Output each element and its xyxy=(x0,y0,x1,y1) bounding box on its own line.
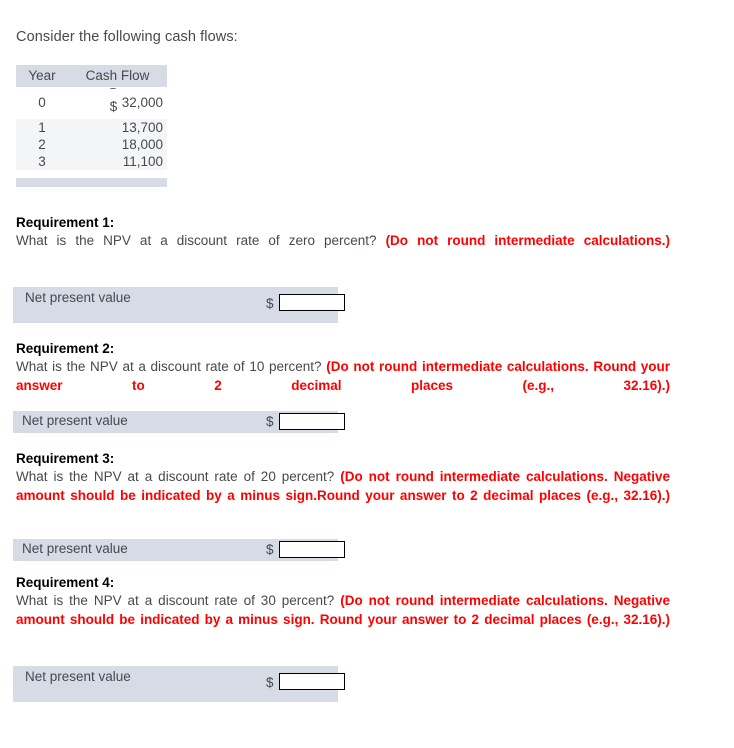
currency-symbol-2: $ xyxy=(266,414,274,429)
cell-year: 0 xyxy=(16,87,68,119)
answer-label-4: Net present value xyxy=(25,669,131,684)
answer-label-3: Net present value xyxy=(22,541,128,556)
negative-amount-group: ‾ $ 32,000 xyxy=(110,88,163,113)
table-row: 3 11,100 xyxy=(16,153,167,170)
requirement-2-question: What is the NPV at a discount rate of 10… xyxy=(16,359,327,374)
cash-flow-table: Year Cash Flow 0 ‾ $ 32,000 1 13,700 2 1… xyxy=(16,65,167,170)
requirement-4-body: What is the NPV at a discount rate of 30… xyxy=(16,592,670,648)
cell-cash-flow: 18,000 xyxy=(68,136,167,153)
requirement-4-question: What is the NPV at a discount rate of 30… xyxy=(16,593,341,608)
answer-label-2: Net present value xyxy=(22,413,128,428)
table-row: 0 ‾ $ 32,000 xyxy=(16,87,167,119)
table-header-row: Year Cash Flow xyxy=(16,65,167,87)
net-present-value-input-3[interactable] xyxy=(279,541,345,558)
currency-symbol-1: $ xyxy=(266,296,274,311)
intro-text: Consider the following cash flows: xyxy=(16,29,238,45)
net-present-value-input-2[interactable] xyxy=(279,413,345,430)
answer-label-1: Net present value xyxy=(25,290,131,305)
answer-panel-2: Net present value $ xyxy=(13,411,345,433)
amount-value: 32,000 xyxy=(121,95,163,111)
requirement-3-question: What is the NPV at a discount rate of 20… xyxy=(16,469,341,484)
requirement-1-question: What is the NPV at a discount rate of ze… xyxy=(16,233,386,248)
cell-year: 3 xyxy=(16,153,68,170)
cell-year: 2 xyxy=(16,136,68,153)
answer-panel-3: Net present value $ xyxy=(13,539,345,561)
currency-symbol-4: $ xyxy=(266,675,274,690)
requirement-4-title: Requirement 4: xyxy=(16,575,115,590)
requirement-2-title: Requirement 2: xyxy=(16,341,115,356)
worksheet-page: Consider the following cash flows: Year … xyxy=(0,0,734,748)
requirement-2-body: What is the NPV at a discount rate of 10… xyxy=(16,358,670,414)
cell-cash-flow: ‾ $ 32,000 xyxy=(68,87,167,119)
column-header-year: Year xyxy=(16,65,68,87)
requirement-4-block: Requirement 4: What is the NPV at a disc… xyxy=(16,574,670,648)
cell-year: 1 xyxy=(16,119,68,136)
requirement-1-title: Requirement 1: xyxy=(16,215,115,230)
currency-symbol: $ xyxy=(109,99,118,115)
cell-cash-flow: 13,700 xyxy=(68,119,167,136)
cell-cash-flow: 11,100 xyxy=(68,153,167,170)
table-row: 1 13,700 xyxy=(16,119,167,136)
answer-panel-4: Net present value $ xyxy=(13,666,345,702)
requirement-3-body: What is the NPV at a discount rate of 20… xyxy=(16,468,670,524)
net-present-value-input-1[interactable] xyxy=(279,294,345,311)
requirement-1-body: What is the NPV at a discount rate of ze… xyxy=(16,232,670,269)
requirement-1-block: Requirement 1: What is the NPV at a disc… xyxy=(16,214,670,269)
column-header-cash-flow: Cash Flow xyxy=(68,65,167,87)
table-row: 2 18,000 xyxy=(16,136,167,153)
answer-panel-1: Net present value $ xyxy=(13,287,345,323)
net-present-value-input-4[interactable] xyxy=(279,673,345,690)
requirement-2-block: Requirement 2: What is the NPV at a disc… xyxy=(16,340,670,414)
table-footer-bar xyxy=(16,178,167,187)
currency-symbol-3: $ xyxy=(266,542,274,557)
requirement-1-hint: (Do not round intermediate calculations.… xyxy=(385,233,670,248)
requirement-3-block: Requirement 3: What is the NPV at a disc… xyxy=(16,450,670,524)
requirement-3-title: Requirement 3: xyxy=(16,451,115,466)
